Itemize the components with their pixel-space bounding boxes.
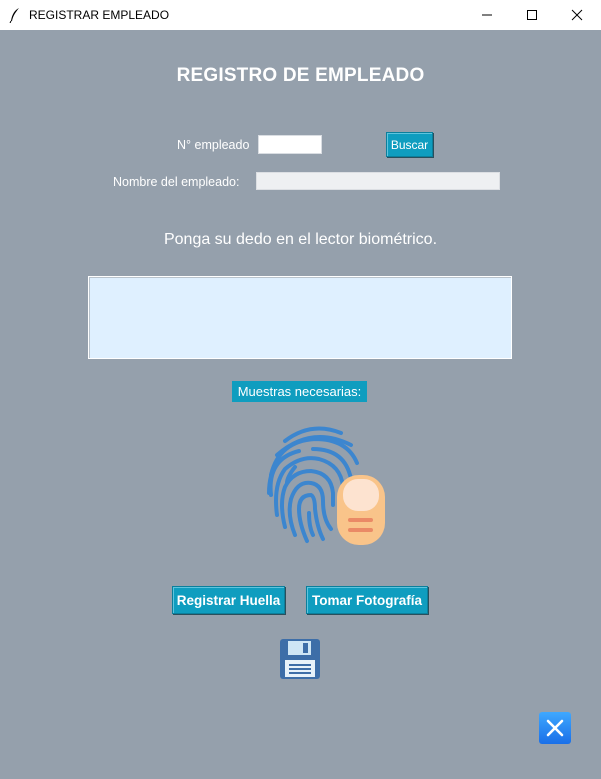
close-icon (571, 9, 583, 21)
fingerprint-log-area[interactable] (88, 276, 512, 359)
employee-name-field[interactable] (256, 172, 500, 190)
client-area: REGISTRO DE EMPLEADO N° empleado Buscar … (0, 30, 601, 779)
feather-icon (9, 8, 19, 23)
minimize-icon (482, 14, 492, 16)
window-titlebar: REGISTRAR EMPLEADO (0, 0, 601, 30)
search-button[interactable]: Buscar (386, 132, 433, 157)
minimize-button[interactable] (464, 0, 510, 30)
samples-required-label: Muestras necesarias: (232, 381, 367, 402)
window-title: REGISTRAR EMPLEADO (29, 8, 170, 22)
close-x-icon (539, 712, 571, 744)
close-window-button[interactable] (554, 0, 600, 30)
take-photo-button[interactable]: Tomar Fotografía (306, 586, 428, 614)
maximize-button[interactable] (509, 0, 555, 30)
employee-number-label: N° empleado (177, 138, 250, 152)
finger-icon (337, 475, 385, 545)
register-fingerprint-button[interactable]: Registrar Huella (172, 586, 285, 614)
fingerprint-icon (267, 426, 385, 545)
instruction-text: Ponga su dedo en el lector biométrico. (163, 231, 438, 248)
exit-button[interactable] (539, 712, 571, 744)
page-title: REGISTRO DE EMPLEADO (176, 65, 425, 86)
employee-number-input[interactable] (258, 135, 322, 154)
save-button[interactable] (279, 638, 321, 680)
employee-name-label: Nombre del empleado: (113, 175, 240, 189)
floppy-disk-icon (280, 639, 320, 679)
maximize-icon (527, 10, 537, 20)
